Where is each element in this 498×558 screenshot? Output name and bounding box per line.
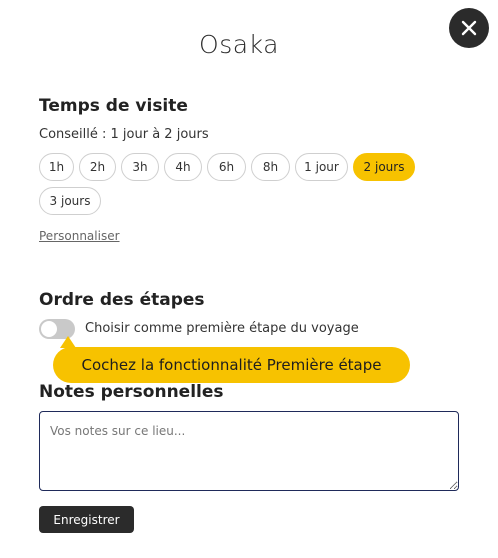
duration-chip-6h[interactable]: 6h xyxy=(207,153,246,181)
duration-chip-2-jours[interactable]: 2 jours xyxy=(353,153,415,181)
notes-heading: Notes personnelles xyxy=(39,382,224,402)
visit-time-heading: Temps de visite xyxy=(39,96,188,116)
duration-chip-8h[interactable]: 8h xyxy=(251,153,290,181)
duration-chip-1h[interactable]: 1h xyxy=(39,153,74,181)
order-heading: Ordre des étapes xyxy=(39,290,205,310)
duration-chip-4h[interactable]: 4h xyxy=(164,153,202,181)
duration-chip-3h[interactable]: 3h xyxy=(121,153,159,181)
toggle-knob xyxy=(41,321,57,337)
page-title: Osaka xyxy=(199,30,279,59)
onboarding-tooltip: Cochez la fonctionnalité Première étape xyxy=(53,347,410,383)
first-stage-toggle-label: Choisir comme première étape du voyage xyxy=(85,321,359,336)
duration-chip-2h[interactable]: 2h xyxy=(79,153,116,181)
customize-link[interactable]: Personnaliser xyxy=(39,229,120,243)
duration-chip-1-jour[interactable]: 1 jour xyxy=(295,153,348,181)
duration-chip-3-jours[interactable]: 3 jours xyxy=(39,187,101,215)
visit-time-advice: Conseillé : 1 jour à 2 jours xyxy=(39,127,209,142)
save-button[interactable]: Enregistrer xyxy=(39,506,134,533)
notes-textarea[interactable] xyxy=(39,411,459,491)
tooltip-text: Cochez la fonctionnalité Première étape xyxy=(81,356,382,374)
